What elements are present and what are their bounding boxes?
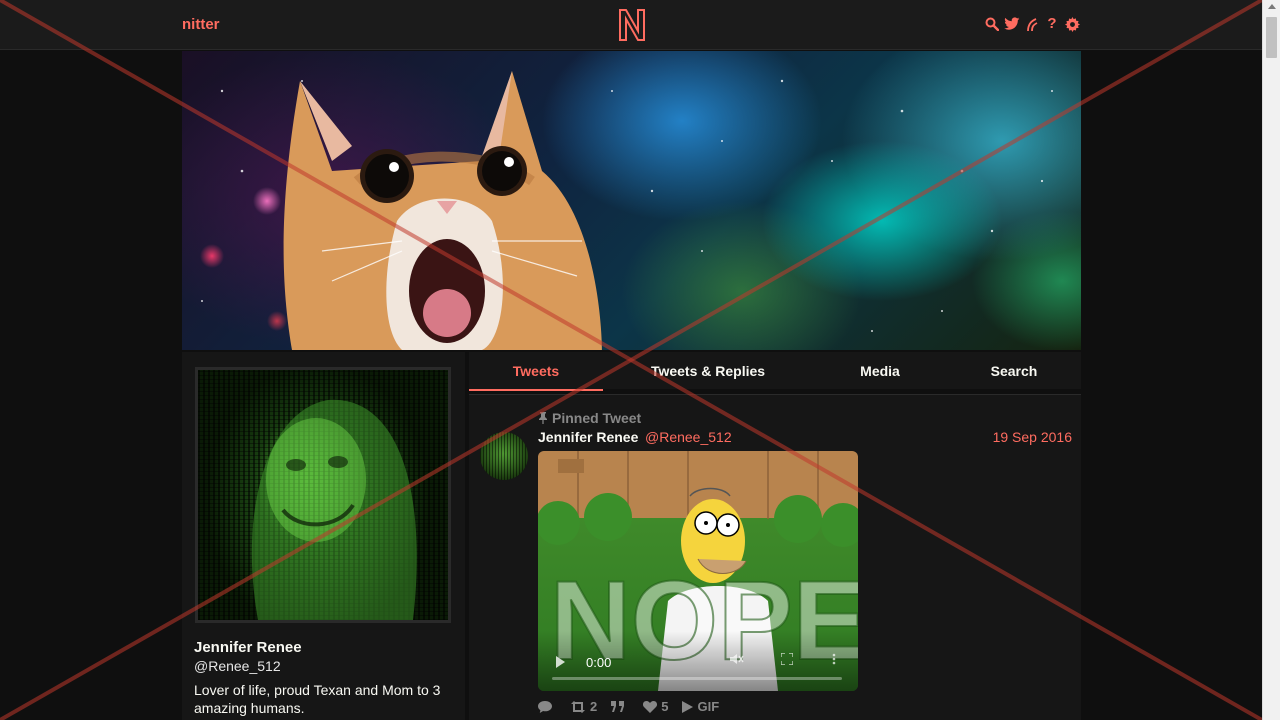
- retweet-stat[interactable]: 2: [570, 699, 597, 714]
- profile-bio: Lover of life, proud Texan and Mom to 3 …: [194, 682, 441, 716]
- tab-media[interactable]: Media: [813, 352, 947, 389]
- video-seek-bar[interactable]: [552, 677, 842, 680]
- heart-icon: [643, 700, 658, 713]
- page-scrollbar[interactable]: [1262, 0, 1280, 720]
- rss-icon[interactable]: [1024, 16, 1040, 32]
- profile-card: Jennifer Renee @Renee_512 Lover of life,…: [182, 352, 465, 720]
- nav-icon-group: ?: [984, 16, 1080, 32]
- nitter-home-link[interactable]: nitter: [182, 16, 220, 33]
- tweet-date-link[interactable]: 19 Sep 2016: [993, 429, 1072, 445]
- tab-search[interactable]: Search: [947, 352, 1081, 389]
- tweet-gif-player[interactable]: NOPE 0:00: [538, 451, 858, 691]
- reply-stat[interactable]: [538, 700, 556, 713]
- timeline-tabs: Tweets Tweets & Replies Media Search: [469, 352, 1081, 391]
- tweet-stats: 2 5 GIF: [538, 699, 719, 714]
- like-stat[interactable]: 5: [643, 699, 668, 714]
- profile-banner-image[interactable]: [182, 51, 1081, 350]
- twitter-bird-icon[interactable]: [1004, 16, 1020, 32]
- quote-stat[interactable]: [611, 701, 629, 712]
- profile-handle[interactable]: @Renee_512: [194, 658, 281, 674]
- tab-tweets[interactable]: Tweets: [469, 352, 603, 391]
- play-icon[interactable]: [556, 656, 565, 668]
- play-triangle-icon: [682, 700, 694, 713]
- video-controls: 0:00: [538, 631, 858, 691]
- tweet-author-avatar[interactable]: [480, 432, 528, 480]
- scroll-thumb[interactable]: [1266, 17, 1277, 58]
- pin-icon: [539, 412, 547, 424]
- top-navbar: nitter ?: [0, 0, 1262, 50]
- settings-gear-icon[interactable]: [1064, 16, 1080, 32]
- retweet-icon: [571, 700, 585, 713]
- like-count: 5: [661, 699, 669, 714]
- profile-name[interactable]: Jennifer Renee: [194, 639, 302, 656]
- gif-stat[interactable]: GIF: [682, 699, 719, 714]
- pinned-indicator: Pinned Tweet: [538, 410, 641, 426]
- pinned-label: Pinned Tweet: [552, 410, 642, 426]
- video-time: 0:00: [586, 655, 612, 670]
- timeline: Pinned Tweet Jennifer Renee @Renee_512 1…: [469, 394, 1081, 720]
- tab-tweets-and-replies[interactable]: Tweets & Replies: [603, 352, 813, 389]
- quote-icon: [611, 701, 625, 712]
- retweet-count: 2: [590, 699, 598, 714]
- scroll-up-arrow-icon[interactable]: [1268, 4, 1276, 9]
- tweet-author-name[interactable]: Jennifer Renee: [538, 429, 638, 445]
- nitter-logo-icon[interactable]: [617, 7, 647, 43]
- comment-icon: [538, 700, 552, 713]
- profile-avatar[interactable]: [195, 367, 451, 623]
- gif-label: GIF: [697, 699, 720, 714]
- tweet-author-handle[interactable]: @Renee_512: [645, 429, 732, 445]
- search-icon[interactable]: [984, 16, 1000, 32]
- help-icon[interactable]: ?: [1044, 16, 1060, 32]
